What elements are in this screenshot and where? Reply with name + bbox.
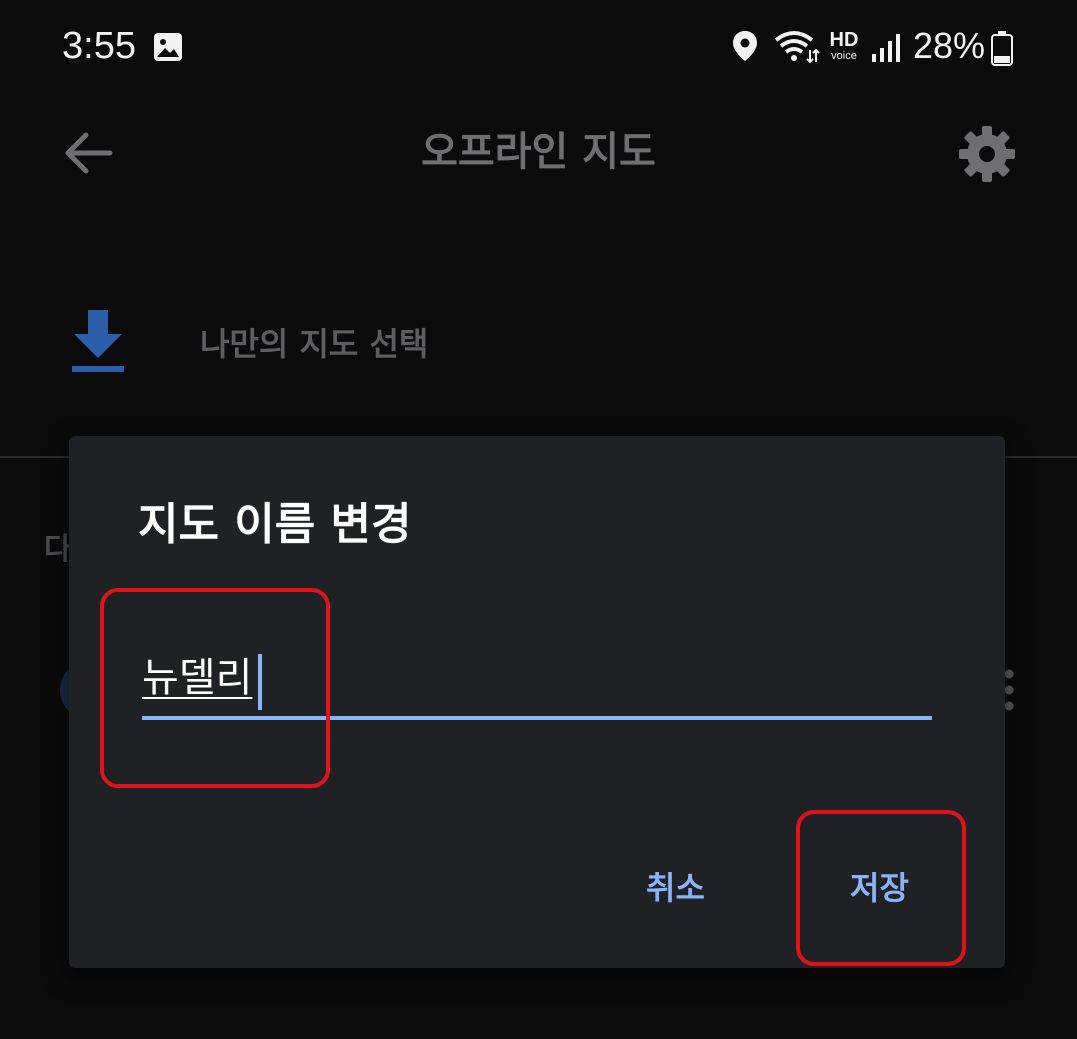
gear-icon[interactable] bbox=[957, 124, 1017, 188]
page-title: 오프라인 지도 bbox=[421, 129, 656, 175]
wifi-icon bbox=[772, 28, 820, 68]
battery-icon bbox=[990, 30, 1014, 70]
dialog-title: 지도 이름 변경 bbox=[138, 499, 412, 550]
download-icon bbox=[70, 308, 126, 378]
section-heading: 다 bbox=[44, 532, 72, 567]
hd-label: HD bbox=[829, 29, 859, 51]
select-custom-map-item[interactable]: 나만의 지도 선택 bbox=[200, 322, 428, 366]
input-highlight-box bbox=[100, 588, 330, 788]
save-highlight-box bbox=[796, 810, 966, 966]
hd-voice-icon: HD voice bbox=[824, 30, 864, 62]
status-time: 3:55 bbox=[62, 25, 136, 67]
battery-percent: 28% bbox=[913, 25, 986, 66]
voice-label: voice bbox=[831, 50, 857, 62]
image-notification-icon bbox=[152, 31, 184, 67]
cancel-button[interactable]: 취소 bbox=[646, 866, 705, 910]
signal-icon bbox=[870, 32, 902, 66]
location-icon bbox=[732, 30, 758, 66]
